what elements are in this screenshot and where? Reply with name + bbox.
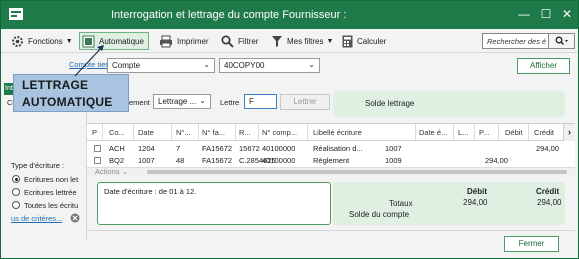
cell-numero: 7 xyxy=(176,144,181,153)
col-header-num-facture[interactable]: N° fa... xyxy=(202,128,234,137)
col-header-date-echeance[interactable]: Date é... xyxy=(419,128,451,137)
cell-credit: 294,00 xyxy=(536,144,559,153)
cell-libelle: Règlement xyxy=(313,156,350,165)
cell-numero: 48 xyxy=(176,156,185,165)
col-header-p[interactable]: P xyxy=(92,128,100,137)
col-header-pointage[interactable]: P... xyxy=(479,128,495,137)
cell-num-compte: 40100000 xyxy=(262,156,296,165)
table-header: P Co... Date N°... N° fa... R... N° comp… xyxy=(87,124,575,141)
actions-menu[interactable]: Actions ⌄ xyxy=(95,167,128,176)
chevron-down-icon: ⌄ xyxy=(121,167,128,176)
actions-label: Actions xyxy=(95,167,120,176)
col-header-date[interactable]: Date xyxy=(138,128,168,137)
totaux-credit-value: 294,00 xyxy=(537,198,562,207)
filter-description-box: Date d'écriture : de 01 à 12. xyxy=(97,182,331,225)
totaux-debit-value: 294,00 xyxy=(463,198,488,207)
table-row[interactable]: ACH 1204 7 FA15672 15672 40100000 Réalis… xyxy=(87,143,575,154)
col-header-num-compte[interactable]: N° comp... xyxy=(262,128,310,137)
scrollbar-thumb[interactable] xyxy=(147,170,567,174)
col-header-libelle[interactable]: Libellé écriture xyxy=(313,128,393,137)
cell-num-facture: FA15672 xyxy=(202,156,233,165)
cell-date-echeance: 1007 xyxy=(385,144,402,153)
cell-num-facture: FA15672 xyxy=(202,144,233,153)
cell-code: ACH xyxy=(109,144,125,153)
cell-date-echeance: 1009 xyxy=(385,156,402,165)
cell-date: 1204 xyxy=(138,144,155,153)
app-window: Interrogation et lettrage du compte Four… xyxy=(0,0,579,259)
totals-panel: Débit Crédit Totaux 294,00 294,00 Solde … xyxy=(333,182,565,225)
col-header-lettrage[interactable]: L... xyxy=(458,128,472,137)
row-checkbox[interactable] xyxy=(94,145,101,152)
chevron-right-icon[interactable]: › xyxy=(563,124,575,141)
col-header-reference[interactable]: R... xyxy=(239,128,259,137)
cell-code: BQ2 xyxy=(109,156,125,165)
col-header-code[interactable]: Co... xyxy=(109,128,131,137)
totals-credit-header: Crédit xyxy=(536,187,560,196)
cell-num-compte: 40100000 xyxy=(262,144,296,153)
totals-debit-header: Débit xyxy=(467,187,487,196)
row-checkbox[interactable] xyxy=(94,157,101,164)
col-header-credit[interactable]: Crédit xyxy=(534,128,562,137)
totaux-label: Totaux xyxy=(389,199,413,208)
footer-divider xyxy=(87,230,575,231)
cell-debit: 294,00 xyxy=(485,156,508,165)
cell-date: 1007 xyxy=(138,156,155,165)
solde-compte-label: Solde du compte xyxy=(349,210,410,219)
cell-reference: 15672 xyxy=(239,144,260,153)
fermer-button[interactable]: Fermer xyxy=(504,236,559,252)
horizontal-scrollbar[interactable] xyxy=(87,167,575,176)
col-header-numero[interactable]: N°... xyxy=(176,128,196,137)
filter-description: Date d'écriture : de 01 à 12. xyxy=(104,187,197,196)
table-row[interactable]: BQ2 1007 48 FA15672 C.2854625 40100000 R… xyxy=(87,155,575,166)
cell-libelle: Réalisation d... xyxy=(313,144,363,153)
